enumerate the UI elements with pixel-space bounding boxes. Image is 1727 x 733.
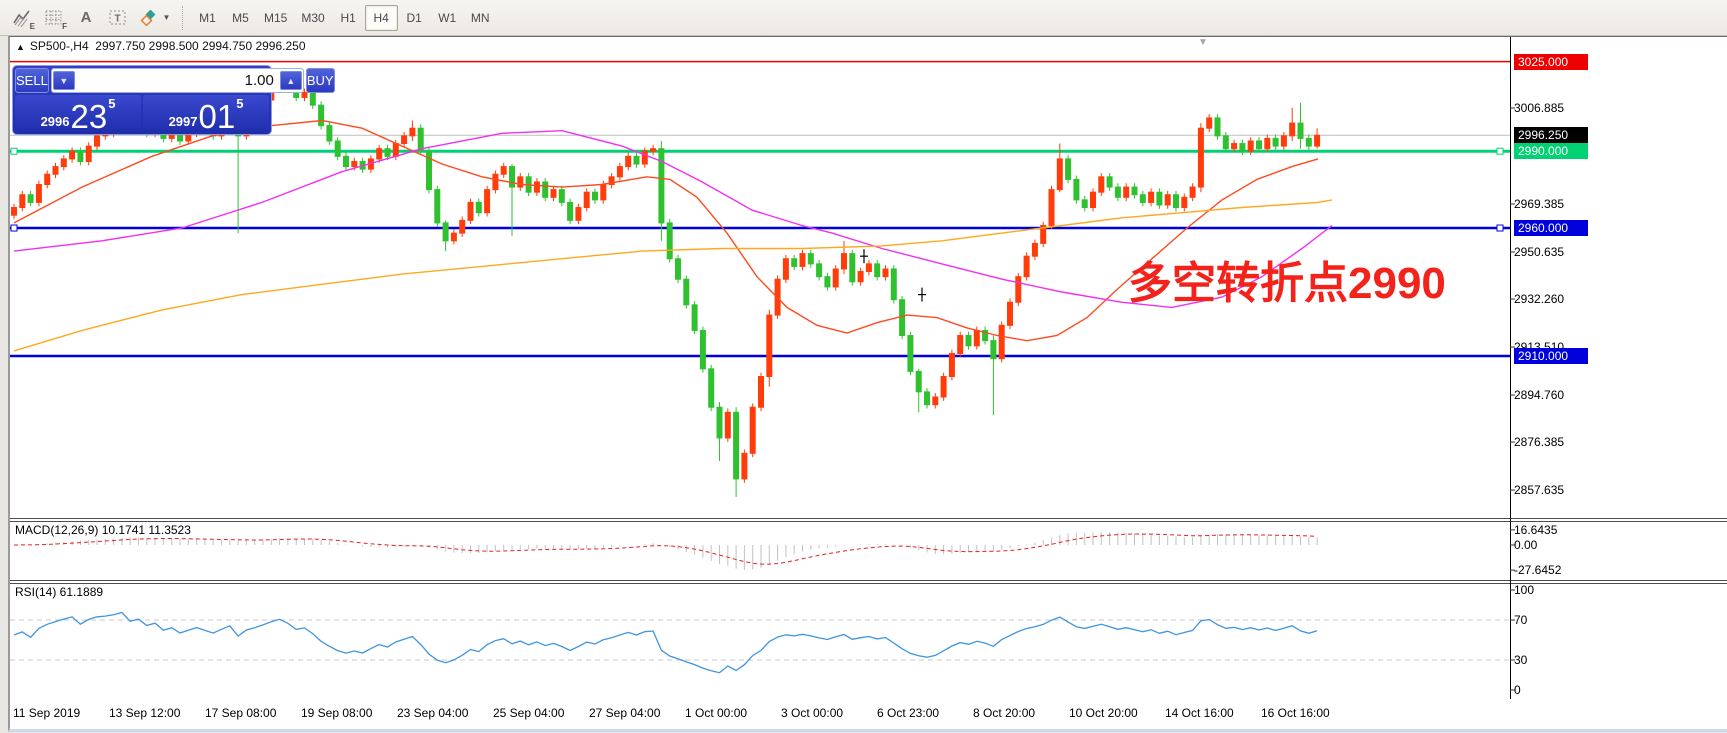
- time-tick-label: 16 Oct 16:00: [1261, 706, 1330, 720]
- time-tick-label: 17 Sep 08:00: [205, 706, 276, 720]
- timeframe-button-w1[interactable]: W1: [431, 5, 464, 31]
- data-grid-badge: F: [62, 22, 67, 31]
- collapse-arrow-icon[interactable]: ▲: [16, 42, 25, 52]
- buy-button[interactable]: BUY: [306, 68, 335, 93]
- macd-tick-label: 16.6435: [1514, 522, 1557, 538]
- timeframe-button-h1[interactable]: H1: [332, 5, 365, 31]
- time-tick-label: 13 Sep 12:00: [109, 706, 180, 720]
- sell-price-display[interactable]: 2996 23 5: [15, 95, 141, 134]
- moving-averages-layer: [14, 121, 1332, 351]
- macd-tick-label: -27.6452: [1514, 562, 1561, 578]
- main-toolbar: E F A T ▼: [0, 0, 1727, 36]
- price-tick-label: 2857.635: [1514, 482, 1564, 498]
- objects-icon: [140, 10, 160, 26]
- expert-chart-badge: E: [30, 22, 35, 31]
- timeframe-button-m5[interactable]: M5: [224, 5, 257, 31]
- time-tick-label: 6 Oct 23:00: [877, 706, 939, 720]
- chart-canvas[interactable]: [10, 37, 1727, 733]
- price-badge-label: 2990.000: [1514, 143, 1588, 159]
- rsi-tick-label: 30: [1514, 652, 1527, 668]
- timeframe-button-m30[interactable]: M30: [294, 5, 331, 31]
- time-axis: 11 Sep 2019 13 Sep 12:00 17 Sep 08:00 19 Se…: [10, 699, 1727, 729]
- buy-price-sup: 5: [236, 96, 243, 111]
- time-tick-label: 14 Oct 16:00: [1165, 706, 1234, 720]
- svg-text:T: T: [114, 13, 120, 24]
- text-label-button[interactable]: A: [70, 4, 102, 32]
- timeframe-button-mn[interactable]: MN: [464, 5, 497, 31]
- sell-button[interactable]: SELL: [15, 68, 49, 93]
- time-tick-label: 27 Sep 04:00: [589, 706, 660, 720]
- hline-handle[interactable]: [1497, 225, 1503, 231]
- price-tick-label: 2950.635: [1514, 244, 1564, 260]
- buy-price-big: 01: [198, 100, 235, 133]
- expert-chart-button[interactable]: E: [6, 4, 38, 32]
- sell-price-small: 2996: [41, 114, 70, 129]
- price-badge-label: 3025.000: [1514, 54, 1588, 70]
- hline-handle[interactable]: [11, 225, 17, 231]
- hline-handle[interactable]: [1497, 148, 1503, 154]
- price-badge-label: 2910.000: [1514, 348, 1588, 364]
- text-box-button[interactable]: T: [102, 4, 134, 32]
- rsi-tick-label: 0: [1514, 682, 1521, 698]
- chart-window[interactable]: ▲ SP500-,H4 2997.750 2998.500 2994.750 29…: [8, 36, 1727, 732]
- price-badge-label: 2996.250: [1514, 127, 1588, 143]
- price-tick-label: 3006.885: [1514, 100, 1564, 116]
- price-tick-label: 2894.760: [1514, 387, 1564, 403]
- data-grid-button[interactable]: F: [38, 4, 70, 32]
- objects-caret-icon: ▼: [163, 13, 171, 22]
- data-grid-icon: [45, 10, 63, 26]
- price-tick-label: 2969.385: [1514, 196, 1564, 212]
- time-tick-label: 19 Sep 08:00: [301, 706, 372, 720]
- hline-handle[interactable]: [11, 148, 17, 154]
- time-tick-label: 3 Oct 00:00: [781, 706, 843, 720]
- one-click-trading-panel: SELL ▼ ▲ BUY 2996 23 5 2997 01 5: [12, 65, 272, 135]
- rsi-tick-label: 100: [1514, 582, 1534, 598]
- timeframe-button-m1[interactable]: M1: [191, 5, 224, 31]
- buy-price-display[interactable]: 2997 01 5: [143, 95, 269, 134]
- volume-control: ▼ ▲: [51, 68, 304, 93]
- symbol-ohlc: 2997.750 2998.500 2994.750 2996.250: [95, 39, 305, 53]
- ma-fast: [14, 121, 1318, 341]
- time-tick-label: 11 Sep 2019: [13, 706, 80, 720]
- doji-mark: [918, 288, 926, 302]
- time-tick-label: 23 Sep 04:00: [397, 706, 468, 720]
- macd-indicator-label: MACD(12,26,9) 10.1741 11.3523: [15, 523, 191, 537]
- volume-input[interactable]: [75, 72, 280, 89]
- text-box-icon: T: [109, 10, 127, 26]
- time-tick-label: 8 Oct 20:00: [973, 706, 1035, 720]
- timeframe-button-d1[interactable]: D1: [398, 5, 431, 31]
- macd-tick-label: 0.00: [1514, 537, 1537, 553]
- toolbar-separator: [182, 6, 183, 30]
- macd-signal-line: [14, 534, 1317, 564]
- buy-price-small: 2997: [169, 114, 198, 129]
- chart-shift-marker-icon[interactable]: ▼: [1198, 37, 1208, 48]
- price-badge-label: 2960.000: [1514, 220, 1588, 236]
- text-label-icon: A: [81, 9, 92, 26]
- rsi-layer: [10, 613, 1510, 673]
- symbol-title: ▲ SP500-,H4 2997.750 2998.500 2994.750 29…: [16, 39, 306, 53]
- time-tick-label: 25 Sep 04:00: [493, 706, 564, 720]
- doji-mark: [860, 249, 868, 263]
- macd-layer: [14, 532, 1317, 570]
- price-tick-label: 2932.260: [1514, 291, 1564, 307]
- timeframe-button-m15[interactable]: M15: [257, 5, 294, 31]
- rsi-line: [14, 613, 1317, 673]
- time-tick-label: 10 Oct 20:00: [1069, 706, 1138, 720]
- objects-button[interactable]: ▼: [134, 4, 176, 32]
- volume-decrease-button[interactable]: ▼: [53, 71, 75, 90]
- time-tick-label: 1 Oct 00:00: [685, 706, 747, 720]
- sell-price-sup: 5: [108, 96, 115, 111]
- timeframe-group: M1M5M15M30H1H4D1W1MN: [191, 5, 497, 31]
- rsi-indicator-label: RSI(14) 61.1889: [15, 585, 103, 599]
- symbol-name: SP500-,H4: [30, 39, 89, 53]
- chart-text-annotation[interactable]: 多空转折点2990: [1128, 247, 1446, 311]
- price-tick-label: 2876.385: [1514, 434, 1564, 450]
- volume-increase-button[interactable]: ▲: [280, 71, 302, 90]
- sell-price-big: 23: [70, 100, 107, 133]
- rsi-tick-label: 70: [1514, 612, 1527, 628]
- timeframe-button-h4[interactable]: H4: [365, 5, 398, 31]
